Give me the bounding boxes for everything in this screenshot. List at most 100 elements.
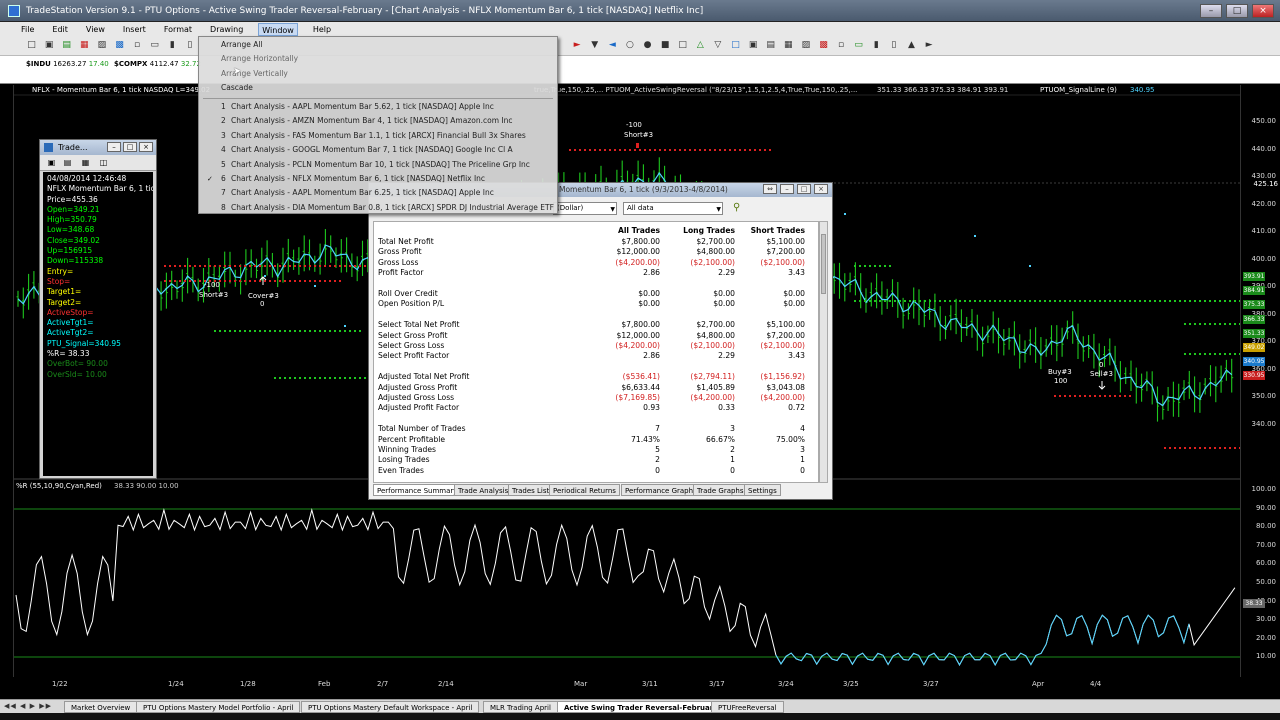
close-icon[interactable]: × <box>139 142 153 152</box>
maximize-icon[interactable]: □ <box>123 142 137 152</box>
menu-format[interactable]: Format <box>161 23 195 36</box>
cut-icon[interactable]: ▨ <box>800 40 811 51</box>
scrollbar-thumb[interactable] <box>821 234 826 294</box>
redo-icon[interactable]: ▮ <box>871 40 882 51</box>
maximize-icon[interactable]: □ <box>1226 4 1248 18</box>
open-icon[interactable]: ▣ <box>748 40 759 51</box>
workspace-tab[interactable]: Market Overview <box>64 701 138 713</box>
zoom-out-icon[interactable]: ● <box>642 40 653 51</box>
menu-edit[interactable]: Edit <box>49 23 71 36</box>
buy-icon[interactable]: △ <box>695 40 706 51</box>
menu-help[interactable]: Help <box>310 23 334 36</box>
print-icon[interactable]: ▤ <box>62 157 73 168</box>
workspace-tab[interactable]: MLR Trading April <box>483 701 558 713</box>
close-icon[interactable]: × <box>814 184 828 194</box>
print-icon[interactable]: ▦ <box>79 40 90 51</box>
level-dot <box>289 265 291 267</box>
grid-icon[interactable]: ▦ <box>80 157 91 168</box>
left-arrow-icon[interactable]: ◄ <box>607 40 618 51</box>
copy-icon[interactable]: ▩ <box>114 40 125 51</box>
zoom-in-icon[interactable]: ○ <box>624 40 635 51</box>
report-tab[interactable]: Performance Graphs <box>621 484 701 496</box>
menu-file[interactable]: File <box>18 23 37 36</box>
level-dot <box>334 280 336 282</box>
workspace-tab[interactable]: PTUFreeReversal <box>711 701 784 713</box>
window-menu-command[interactable]: Cascade <box>199 81 557 95</box>
window-menu-chart-item[interactable]: 7 Chart Analysis - AAPL Momentum Bar 6.25… <box>199 186 557 200</box>
menu-drawing[interactable]: Drawing <box>207 23 246 36</box>
chart-icon[interactable]: ▯ <box>184 40 195 51</box>
level-dot <box>304 377 306 379</box>
report-scrollbar[interactable] <box>819 221 828 483</box>
price-axis[interactable]: 450.00440.00430.00420.00410.00400.00390.… <box>1240 85 1280 677</box>
window-menu-chart-item[interactable]: 5 Chart Analysis - PCLN Momentum Bar 10, … <box>199 158 557 172</box>
level-dot <box>214 265 216 267</box>
window-icon[interactable]: ◫ <box>98 157 109 168</box>
window-menu-chart-item[interactable]: 1 Chart Analysis - AAPL Momentum Bar 5.62… <box>199 100 557 114</box>
report-tab[interactable]: Trade Analysis <box>454 484 513 496</box>
window-menu-chart-item[interactable]: 2 Chart Analysis - AMZN Momentum Bar 4, 1… <box>199 114 557 128</box>
up-arrow-icon[interactable]: ▲ <box>906 40 917 51</box>
undo-icon[interactable]: ▭ <box>149 40 160 51</box>
strategy-performance-report[interactable]: Momentum Bar 6, 1 tick (9/3/2013-4/8/201… <box>368 182 833 500</box>
window-number: 5 <box>221 159 226 169</box>
right-arrow-icon[interactable]: ► <box>572 40 583 51</box>
level-dot <box>1194 300 1196 302</box>
paste-icon[interactable]: ▫ <box>132 40 143 51</box>
workspace-tab[interactable]: PTU Options Mastery Model Portfolio - Ap… <box>136 701 301 713</box>
menu-insert[interactable]: Insert <box>120 23 149 36</box>
window-menu-chart-item[interactable]: ✓ 6 Chart Analysis - NFLX Momentum Bar 6, … <box>199 172 557 186</box>
link-icon[interactable]: ⇔ <box>763 184 777 194</box>
indicator-header: %R (55,10,90,Cyan,Red) <box>16 482 102 490</box>
row-value: 2.86 <box>643 351 660 361</box>
minimize-icon[interactable]: – <box>780 184 794 194</box>
down-arrow-icon[interactable]: ▼ <box>589 40 600 51</box>
filter-icon[interactable]: ⚲ <box>733 202 740 213</box>
report-tab[interactable]: Trades List <box>508 484 554 496</box>
undo-icon[interactable]: ▭ <box>853 40 864 51</box>
sell-icon[interactable]: ▽ <box>712 40 723 51</box>
save-icon[interactable]: ▤ <box>61 40 72 51</box>
open-icon[interactable]: ▣ <box>44 40 55 51</box>
redo-icon[interactable]: ▮ <box>167 40 178 51</box>
cut-icon[interactable]: ▨ <box>96 40 107 51</box>
save-icon[interactable]: ▣ <box>46 157 57 168</box>
new-icon[interactable]: □ <box>730 40 741 51</box>
window-menu-command[interactable]: Arrange Vertically <box>199 67 557 81</box>
crosshair-icon[interactable]: □ <box>677 40 688 51</box>
trade-filter-select[interactable]: All data ▼ <box>623 202 723 215</box>
currency-select[interactable]: (Dollar) ▼ <box>553 202 617 215</box>
data-window-titlebar[interactable]: Trade... – □ × <box>40 140 156 155</box>
menu-window[interactable]: Window <box>258 22 298 36</box>
report-tab[interactable]: Settings <box>744 484 781 496</box>
window-number: 3 <box>221 130 226 140</box>
window-menu-chart-item[interactable]: 4 Chart Analysis - GOOGL Momentum Bar 7, … <box>199 143 557 157</box>
report-tab[interactable]: Performance Summary <box>373 484 462 496</box>
workspace-tab[interactable]: Active Swing Trader Reversal-February <box>557 701 725 713</box>
cursor-icon[interactable]: ■ <box>660 40 671 51</box>
right-arrow-icon[interactable]: ► <box>924 40 935 51</box>
new-icon[interactable]: □ <box>26 40 37 51</box>
close-icon[interactable]: × <box>1252 4 1274 18</box>
window-menu-chart-item[interactable]: 8 Chart Analysis - DIA Momentum Bar 0.8, … <box>199 201 557 215</box>
chart-icon[interactable]: ▯ <box>888 40 899 51</box>
paste-icon[interactable]: ▫ <box>836 40 847 51</box>
copy-icon[interactable]: ▩ <box>818 40 829 51</box>
print-icon[interactable]: ▦ <box>783 40 794 51</box>
tab-nav-arrows-icon[interactable]: ◀◀ ◀ ▶ ▶▶ <box>4 702 52 710</box>
workspace-tab[interactable]: PTU Options Mastery Default Workspace - … <box>301 701 480 713</box>
menu-view[interactable]: View <box>83 23 108 36</box>
window-menu-command[interactable]: Arrange All <box>199 38 557 52</box>
date-axis-label: 4/4 <box>1090 680 1102 688</box>
level-dot <box>284 330 286 332</box>
data-window[interactable]: Trade... – □ × ▣ ▤ ▦ ◫ 04/08/2014 12:46:… <box>39 139 157 479</box>
report-tab[interactable]: Periodical Returns <box>549 484 620 496</box>
save-icon[interactable]: ▤ <box>765 40 776 51</box>
window-menu-chart-item[interactable]: 3 Chart Analysis - FAS Momentum Bar 1.1, … <box>199 129 557 143</box>
quote-bar: $INDU 16263.27 17.40 $COMPX 4112.47 32.7… <box>0 56 1280 84</box>
minimize-icon[interactable]: – <box>107 142 121 152</box>
report-tab[interactable]: Trade Graphs <box>693 484 748 496</box>
window-menu-command[interactable]: Arrange Horizontally <box>199 52 557 66</box>
minimize-icon[interactable]: – <box>1200 4 1222 18</box>
maximize-icon[interactable]: □ <box>797 184 811 194</box>
